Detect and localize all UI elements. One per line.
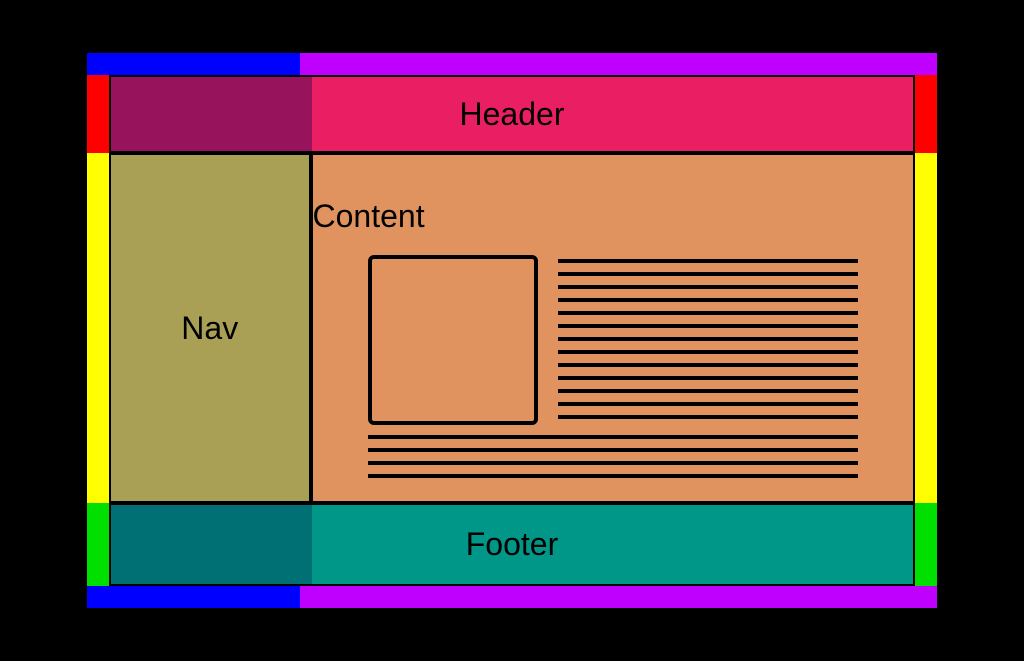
border-left-mid [87,153,109,503]
text-line [368,435,859,439]
content-region: Content [311,153,916,503]
header-label: Header [460,96,565,133]
nav-label: Nav [181,310,238,347]
text-line [558,376,859,380]
text-line [558,311,859,315]
text-line [368,448,859,452]
grid-layout: Header Nav Content [109,75,915,586]
border-right-mid [915,153,937,503]
border-right-bot [915,503,937,586]
content-text-lines [558,255,859,425]
content-body [313,235,914,435]
border-bottom-left [87,586,300,608]
content-full-lines [368,435,859,478]
border-bottom-right [300,586,938,608]
nav-region: Nav [109,153,311,503]
header-nav-overlap [111,77,312,151]
text-line [558,402,859,406]
text-line [558,298,859,302]
text-line [558,337,859,341]
text-line [558,272,859,276]
content-image-placeholder [368,255,538,425]
border-top-left [87,53,300,75]
text-line [558,415,859,419]
footer-region: Footer [109,503,915,586]
text-line [368,461,859,465]
text-line [558,285,859,289]
layout-diagram: Header Nav Content [87,53,937,608]
header-region: Header [109,75,915,153]
text-line [368,474,859,478]
text-line [558,363,859,367]
footer-nav-overlap [111,505,312,584]
border-left-top [87,75,109,153]
text-line [558,324,859,328]
text-line [558,389,859,393]
border-right-top [915,75,937,153]
text-line [558,350,859,354]
text-line [558,259,859,263]
footer-label: Footer [466,526,558,563]
content-label: Content [313,198,425,235]
border-left-bot [87,503,109,586]
border-top-right [300,53,938,75]
